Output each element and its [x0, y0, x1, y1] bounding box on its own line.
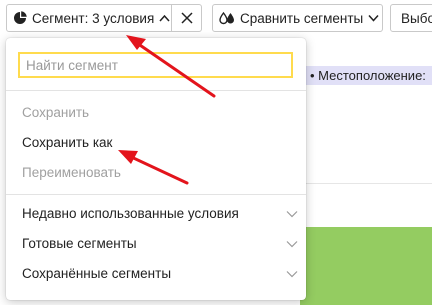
- choose-button[interactable]: Выбо: [390, 4, 432, 32]
- chart-area: [300, 227, 432, 305]
- ready-segments-item[interactable]: Готовые сегменты: [22, 236, 298, 251]
- segment-search-input[interactable]: [18, 52, 293, 78]
- saved-segments-label: Сохранённые сегменты: [22, 266, 172, 281]
- saved-segments-item[interactable]: Сохранённые сегменты: [22, 266, 298, 281]
- save-as-menu-item[interactable]: Сохранить как: [22, 135, 112, 150]
- chevron-down-icon: [286, 270, 298, 278]
- choose-button-label: Выбо: [401, 10, 432, 26]
- segment-button[interactable]: Сегмент: 3 условия: [6, 4, 172, 32]
- recent-conditions-item[interactable]: Недавно использованные условия: [22, 206, 298, 221]
- dropdown-separator: [6, 194, 306, 195]
- clear-segment-button[interactable]: [171, 4, 202, 32]
- ready-segments-label: Готовые сегменты: [22, 236, 137, 251]
- close-icon: [180, 12, 193, 24]
- chevron-down-icon: [286, 240, 298, 248]
- segment-dropdown: Сохранить Сохранить как Переименовать Не…: [6, 38, 306, 300]
- segment-condition-tag: • Местоположение:: [300, 66, 432, 85]
- compare-segments-label: Сравнить сегменты: [240, 10, 364, 26]
- compare-drops-icon: [219, 11, 235, 25]
- recent-conditions-label: Недавно использованные условия: [22, 206, 239, 221]
- pie-chart-icon: [13, 11, 27, 25]
- content-divider: [300, 183, 432, 184]
- compare-segments-button[interactable]: Сравнить сегменты: [212, 4, 383, 32]
- chevron-down-icon: [286, 210, 298, 218]
- segment-toolbar: Сегмент: 3 условия Сравнить сегменты Выб…: [0, 0, 432, 38]
- segment-button-label: Сегмент: 3 условия: [32, 10, 155, 26]
- rename-menu-item[interactable]: Переименовать: [22, 165, 121, 180]
- save-menu-item[interactable]: Сохранить: [22, 105, 89, 120]
- chevron-up-icon: [159, 14, 170, 22]
- dropdown-separator: [6, 90, 306, 91]
- chevron-down-icon: [368, 14, 379, 22]
